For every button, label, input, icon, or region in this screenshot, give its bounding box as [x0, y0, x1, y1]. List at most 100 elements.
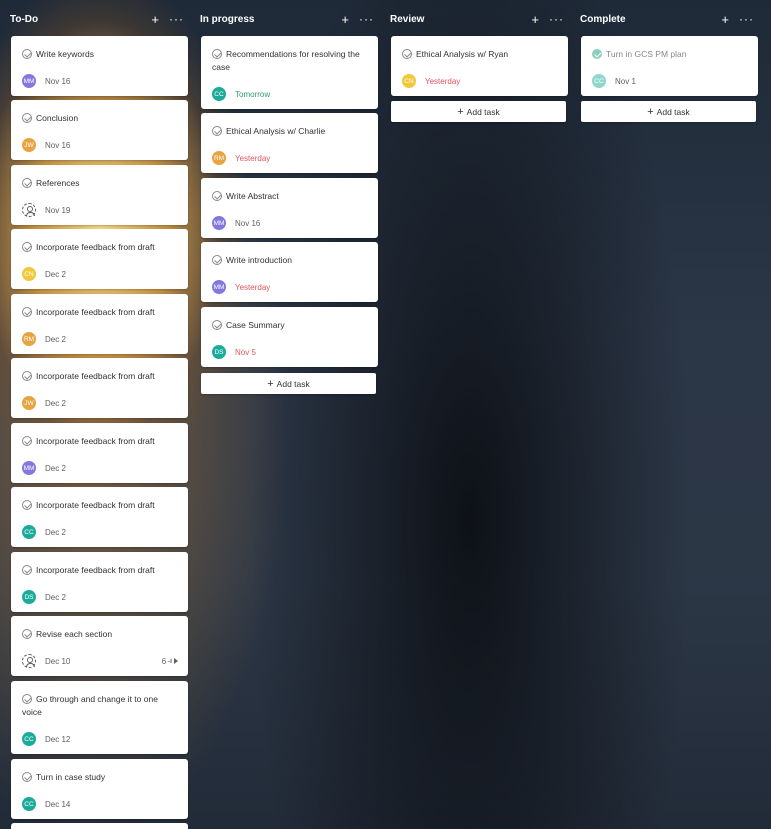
task-title-text: Incorporate feedback from draft [36, 565, 155, 575]
check-circle-icon[interactable] [592, 49, 602, 59]
avatar[interactable]: MM [22, 461, 36, 475]
due-date: Nov 1 [615, 76, 636, 86]
expand-arrow-icon[interactable] [174, 658, 178, 664]
check-circle-icon[interactable] [22, 49, 32, 59]
check-circle-icon[interactable] [22, 307, 32, 317]
add-task-plus-icon[interactable]: + [341, 13, 349, 26]
check-circle-icon[interactable] [212, 255, 222, 265]
task-title: Case Summary [212, 319, 368, 332]
task-card[interactable]: Conclusion JW Nov 16 [11, 100, 188, 160]
unassigned-person-icon[interactable] [22, 654, 36, 668]
check-circle-icon[interactable] [22, 565, 32, 575]
task-card[interactable]: Recommendations for resolving the case CC… [201, 36, 378, 109]
task-title: References [22, 177, 178, 190]
avatar[interactable]: MM [212, 280, 226, 294]
task-title-text: Turn in GCS PM plan [606, 49, 687, 59]
avatar[interactable]: MM [22, 74, 36, 88]
check-circle-icon[interactable] [212, 49, 222, 59]
check-circle-icon[interactable] [212, 320, 222, 330]
task-title: Incorporate feedback from draft [22, 435, 178, 448]
avatar[interactable]: RM [212, 151, 226, 165]
check-circle-icon[interactable] [22, 178, 32, 188]
task-card[interactable]: Incorporate feedback from draft CC Dec 2 [11, 487, 188, 547]
task-card[interactable]: Ethical Analysis w/ Charlie RM Yesterday [201, 113, 378, 173]
task-card[interactable]: Case Summary DS Nov 5 [201, 307, 378, 367]
task-title-text: Go through and change it to one voice [22, 694, 158, 717]
task-card[interactable]: Incorporate feedback from draft JW Dec 2 [11, 358, 188, 418]
task-card[interactable]: Incorporate feedback from draft RM Dec 2 [11, 294, 188, 354]
check-circle-icon[interactable] [22, 629, 32, 639]
task-title: Ethical Analysis w/ Ryan [402, 48, 558, 61]
column-title: Review [390, 13, 425, 25]
more-options-icon[interactable]: ··· [169, 13, 184, 25]
task-title: Go through and change it to one voice [22, 693, 178, 719]
task-meta: JW Nov 16 [22, 138, 178, 152]
task-title: Incorporate feedback from draft [22, 564, 178, 577]
task-title: Ethical Analysis w/ Charlie [212, 125, 368, 138]
avatar[interactable]: CC [22, 732, 36, 746]
due-date: Dec 12 [45, 734, 71, 744]
task-meta: MM Nov 16 [212, 216, 368, 230]
check-circle-icon[interactable] [22, 113, 32, 123]
add-task-plus-icon[interactable]: + [151, 13, 159, 26]
check-circle-icon[interactable] [22, 436, 32, 446]
unassigned-person-icon[interactable] [22, 203, 36, 217]
avatar[interactable]: DS [212, 345, 226, 359]
avatar[interactable]: JW [22, 396, 36, 410]
column-todo: To-Do + ··· Write keywords MM Nov 16 Conclu… [10, 0, 190, 829]
add-task-button[interactable]: + Add task [201, 373, 376, 394]
column-header: Complete + ··· [580, 0, 760, 38]
task-card[interactable]: Write keywords MM Nov 16 [11, 36, 188, 96]
avatar[interactable]: CC [22, 525, 36, 539]
task-title-text: Conclusion [36, 113, 79, 123]
task-card[interactable]: Write introduction MM Yesterday [201, 242, 378, 302]
add-task-plus-icon[interactable]: + [721, 13, 729, 26]
check-circle-icon[interactable] [22, 500, 32, 510]
task-meta: DS Dec 2 [22, 590, 178, 604]
task-title: Incorporate feedback from draft [22, 241, 178, 254]
check-circle-icon[interactable] [212, 126, 222, 136]
avatar[interactable]: RM [22, 332, 36, 346]
task-card[interactable]: Turn in GCS PM plan CC Nov 1 [581, 36, 758, 96]
check-circle-icon[interactable] [22, 242, 32, 252]
task-card[interactable]: Incorporate feedback from draft CN Dec 2 [11, 229, 188, 289]
task-meta: DS Nov 5 [212, 345, 368, 359]
task-card[interactable]: References Nov 19 [11, 165, 188, 225]
check-circle-icon[interactable] [22, 371, 32, 381]
avatar[interactable]: DS [22, 590, 36, 604]
subtasks-indicator[interactable]: 6 ⫣ [162, 656, 178, 666]
add-task-plus-icon[interactable]: + [531, 13, 539, 26]
check-circle-icon[interactable] [212, 191, 222, 201]
task-title: Incorporate feedback from draft [22, 306, 178, 319]
task-meta: CC Dec 2 [22, 525, 178, 539]
avatar[interactable]: CN [22, 267, 36, 281]
more-options-icon[interactable]: ··· [739, 13, 754, 25]
task-card[interactable]: Ethical Analysis w/ Ryan CN Yesterday [391, 36, 568, 96]
task-card[interactable]: Incorporate feedback from draft MM Dec 2 [11, 423, 188, 483]
subtasks-count: 6 [161, 656, 167, 666]
check-circle-icon[interactable] [22, 694, 32, 704]
task-card[interactable]: Go through and change it to one voice CC D… [11, 681, 188, 754]
avatar[interactable]: CN [402, 74, 416, 88]
task-title: Turn in GCS PM plan [592, 48, 748, 61]
check-circle-icon[interactable] [22, 772, 32, 782]
avatar[interactable]: CC [212, 87, 226, 101]
task-title-text: Write introduction [226, 255, 292, 265]
avatar[interactable]: JW [22, 138, 36, 152]
avatar[interactable]: CC [22, 797, 36, 811]
add-task-button[interactable]: + Add task [391, 101, 566, 122]
avatar[interactable]: MM [212, 216, 226, 230]
task-card[interactable]: Incorporate feedback from draft DS Dec 2 [11, 552, 188, 612]
task-card[interactable]: Turn in case study CC Dec 14 [11, 759, 188, 819]
more-options-icon[interactable]: ··· [359, 13, 374, 25]
add-task-button[interactable]: + Add task [581, 101, 756, 122]
task-title-text: Incorporate feedback from draft [36, 371, 155, 381]
task-card[interactable]: Revise each section Dec 10 6 ⫣ [11, 616, 188, 676]
task-title: Revise each section [22, 628, 178, 641]
task-card-partial[interactable] [11, 823, 188, 829]
avatar[interactable]: CC [592, 74, 606, 88]
task-title-text: Write keywords [36, 49, 94, 59]
task-card[interactable]: Write Abstract MM Nov 16 [201, 178, 378, 238]
check-circle-icon[interactable] [402, 49, 412, 59]
more-options-icon[interactable]: ··· [549, 13, 564, 25]
